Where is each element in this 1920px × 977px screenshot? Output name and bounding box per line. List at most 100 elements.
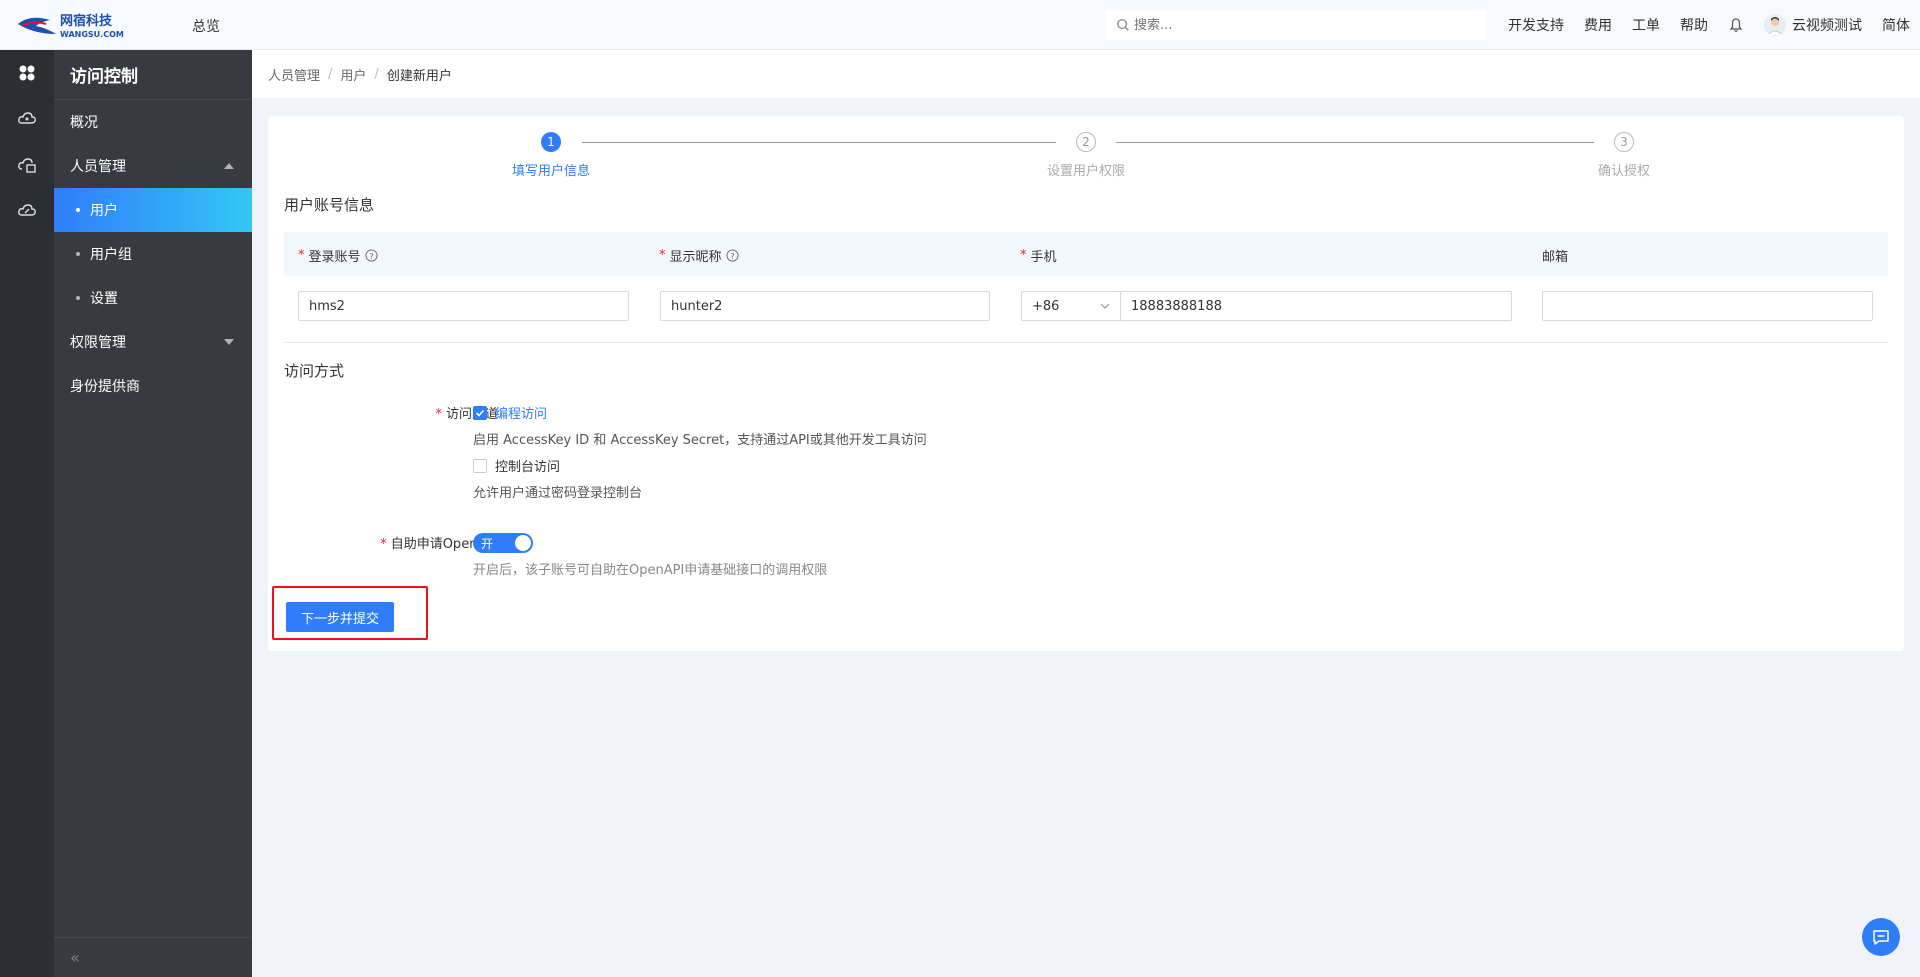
sidebar-item-users[interactable]: 用户 <box>54 188 252 232</box>
step-3: 3 确认授权 <box>1554 132 1694 179</box>
header-label: 邮箱 <box>1542 250 1569 265</box>
sidebar-item-label: 人员管理 <box>70 159 126 175</box>
caret-up-icon <box>224 163 234 169</box>
sidebar-item-people-mgmt[interactable]: 人员管理 <box>54 144 252 188</box>
breadcrumb-current: 创建新用户 <box>386 68 452 84</box>
header-label: 显示昵称 <box>669 250 722 265</box>
help-icon[interactable]: ? <box>364 249 378 262</box>
rail-cloud-storage[interactable] <box>0 142 54 188</box>
sidebar-item-permission-mgmt[interactable]: 权限管理 <box>54 320 252 364</box>
step-number: 2 <box>1076 132 1096 152</box>
step-number: 3 <box>1614 132 1634 152</box>
collapse-icon: « <box>70 948 80 967</box>
cloud-storage-icon <box>18 158 36 173</box>
login-account-input[interactable] <box>309 298 628 314</box>
step-1: 1 填写用户信息 <box>481 132 621 179</box>
programmatic-access-checkbox[interactable] <box>473 406 487 420</box>
console-access-checkbox[interactable] <box>473 459 487 473</box>
sidebar: 访问控制 概况 人员管理 用户 用户组 设置 权限管理 身份提供商 « <box>54 50 252 977</box>
create-user-card: 1 填写用户信息 2 设置用户权限 3 确认授权 用户账号信息 * 登录账号 ?… <box>268 116 1904 651</box>
phone-code-select[interactable]: +86 <box>1021 291 1121 321</box>
company-logo[interactable]: 网宿科技 WANGSU.COM <box>16 10 156 40</box>
nav-overview[interactable]: 总览 <box>192 16 220 36</box>
section-title-access: 访问方式 <box>284 362 345 380</box>
phone-input[interactable] <box>1131 298 1511 314</box>
header-nickname: * 显示昵称 ? <box>659 246 739 265</box>
openapi-label: * 自助申请OpenAPI <box>308 533 498 552</box>
step-connector <box>582 142 1056 143</box>
check-icon <box>475 409 485 417</box>
chevron-down-icon <box>1100 303 1110 309</box>
sidebar-collapse-button[interactable]: « <box>54 937 252 977</box>
svg-text:网宿科技: 网宿科技 <box>60 13 113 29</box>
phone-code-value: +86 <box>1032 298 1060 314</box>
link-billing[interactable]: 费用 <box>1584 15 1612 35</box>
bullet-icon <box>76 296 80 300</box>
required-mark: * <box>435 407 442 422</box>
required-mark: * <box>380 537 387 552</box>
top-links: 开发支持 费用 工单 帮助 云视频测试 简体 <box>1508 0 1910 50</box>
next-submit-button[interactable]: 下一步并提交 <box>286 602 394 632</box>
header-phone: * 手机 <box>1020 246 1057 265</box>
sidebar-item-settings[interactable]: 设置 <box>54 276 252 320</box>
nickname-field[interactable] <box>660 291 990 321</box>
breadcrumb-users[interactable]: 用户 <box>340 65 366 84</box>
phone-field[interactable] <box>1120 291 1512 321</box>
chat-support-button[interactable] <box>1862 918 1900 956</box>
help-icon[interactable]: ? <box>725 249 739 262</box>
toggle-knob <box>515 535 531 551</box>
search-input[interactable] <box>1134 17 1464 33</box>
cloud-icon <box>18 112 36 124</box>
bullet-icon <box>76 252 80 256</box>
svg-text:WANGSU.COM: WANGSU.COM <box>60 30 124 39</box>
email-input[interactable] <box>1553 298 1872 314</box>
breadcrumb: 人员管理 / 用户 / 创建新用户 <box>252 50 1920 98</box>
toggle-text: 开 <box>481 536 494 551</box>
sidebar-item-overview[interactable]: 概况 <box>54 100 252 144</box>
header-email: 邮箱 <box>1542 246 1568 265</box>
step-label: 设置用户权限 <box>1046 164 1125 179</box>
sidebar-item-label: 权限管理 <box>70 335 126 351</box>
required-mark: * <box>298 248 305 263</box>
email-field[interactable] <box>1542 291 1873 321</box>
header-label: 手机 <box>1030 250 1057 265</box>
search-box[interactable] <box>1106 10 1486 40</box>
required-mark: * <box>1020 248 1027 263</box>
avatar[interactable] <box>1764 14 1786 36</box>
chat-icon <box>1873 930 1889 945</box>
apps-icon <box>19 65 35 81</box>
header-label: 登录账号 <box>308 250 361 265</box>
submit-highlight-box: 下一步并提交 <box>272 586 428 640</box>
programmatic-access-label[interactable]: 编程访问 <box>495 403 547 422</box>
rail-cloud[interactable] <box>0 96 54 142</box>
nickname-input[interactable] <box>671 298 989 314</box>
cloud-link-icon <box>18 204 36 216</box>
svg-text:?: ? <box>730 251 734 261</box>
sidebar-item-label: 设置 <box>90 291 118 307</box>
openapi-toggle[interactable]: 开 <box>473 533 533 553</box>
link-dev-support[interactable]: 开发支持 <box>1508 15 1564 35</box>
console-access-label[interactable]: 控制台访问 <box>495 456 560 475</box>
step-label: 确认授权 <box>1597 164 1650 179</box>
breadcrumb-people-mgmt[interactable]: 人员管理 <box>268 65 320 84</box>
rail-apps[interactable] <box>0 50 54 96</box>
breadcrumb-separator: / <box>328 66 333 82</box>
sidebar-item-user-groups[interactable]: 用户组 <box>54 232 252 276</box>
step-label: 填写用户信息 <box>511 164 590 179</box>
sidebar-item-label: 用户组 <box>90 247 132 263</box>
icon-rail <box>0 50 54 977</box>
link-ticket[interactable]: 工单 <box>1632 15 1660 35</box>
programmatic-access-desc: 启用 AccessKey ID 和 AccessKey Secret，支持通过A… <box>473 433 927 448</box>
top-bar: 网宿科技 WANGSU.COM 总览 开发支持 费用 工单 帮助 云视频测试 简… <box>0 0 1920 50</box>
link-help[interactable]: 帮助 <box>1680 15 1708 35</box>
sidebar-item-label: 身份提供商 <box>70 379 140 395</box>
language-switch[interactable]: 简体 <box>1882 15 1910 35</box>
caret-down-icon <box>224 339 234 345</box>
sidebar-item-identity-provider[interactable]: 身份提供商 <box>54 364 252 408</box>
divider <box>284 342 1888 343</box>
rail-cloud-link[interactable] <box>0 188 54 234</box>
steps: 1 填写用户信息 2 设置用户权限 3 确认授权 <box>268 132 1904 182</box>
login-account-field[interactable] <box>298 291 629 321</box>
bell-icon[interactable] <box>1728 17 1744 33</box>
user-name[interactable]: 云视频测试 <box>1792 15 1862 35</box>
